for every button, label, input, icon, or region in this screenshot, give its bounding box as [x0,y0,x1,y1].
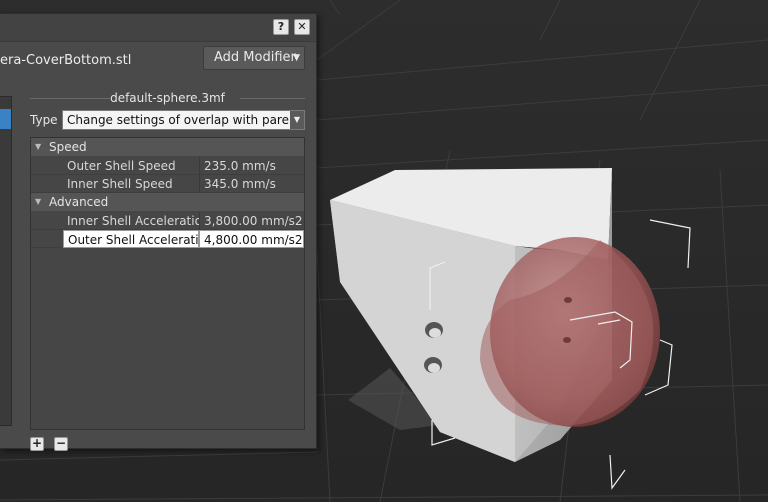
setting-name: Inner Shell Acceleration [67,214,199,228]
type-label: Type [30,113,58,127]
setting-value-input[interactable]: 4,800.00 mm/s2 [199,230,304,248]
setting-name: Outer Shell Speed [67,159,176,173]
group-label: Advanced [49,195,109,209]
setting-value[interactable]: 3,800.00 mm/s2 [199,212,304,230]
type-select-value: Change settings of overlap with parent m… [67,113,305,127]
help-button[interactable]: ? [273,19,289,35]
setting-row[interactable]: Inner Shell Speed 345.0 mm/s [31,175,304,193]
close-button[interactable]: ✕ [294,19,310,35]
modifier-list-selected-item[interactable] [0,109,11,129]
group-header-advanced[interactable]: ▼ Advanced [31,193,304,211]
setting-value[interactable]: 235.0 mm/s [199,157,304,175]
setting-value[interactable]: 345.0 mm/s [199,175,304,193]
collapse-triangle-icon[interactable]: ▼ [35,193,41,211]
section-divider-right [240,98,305,99]
setting-name: Outer Shell Acceleration [63,230,199,248]
object-filename: era-CoverBottom.stl [0,53,132,68]
setting-row-selected[interactable]: Outer Shell Acceleration 4,800.00 mm/s2 [31,230,304,248]
setting-row[interactable]: Inner Shell Acceleration 3,800.00 mm/s2 [31,212,304,230]
settings-tree[interactable]: ▼ Speed Outer Shell Speed 235.0 mm/s Inn… [30,137,305,430]
setting-row[interactable]: Outer Shell Speed 235.0 mm/s [31,157,304,175]
chevron-down-icon: ▼ [293,53,300,63]
add-setting-button[interactable]: + [30,437,44,451]
add-modifier-button[interactable]: Add Modifier ▼ [203,46,305,70]
group-label: Speed [49,140,87,154]
type-select[interactable]: Change settings of overlap with parent m… [62,110,305,130]
group-header-speed[interactable]: ▼ Speed [31,138,304,156]
add-modifier-label: Add Modifier [214,50,296,65]
chevron-down-icon[interactable]: ▼ [290,111,304,129]
modifier-dialog: ? ✕ era-CoverBottom.stl Add Modifier ▼ d… [0,13,317,451]
remove-setting-button[interactable]: − [54,437,68,451]
setting-name: Inner Shell Speed [67,177,173,191]
dialog-titlebar[interactable]: ? ✕ [0,14,316,42]
modifier-list[interactable] [0,96,12,426]
collapse-triangle-icon[interactable]: ▼ [35,138,41,156]
